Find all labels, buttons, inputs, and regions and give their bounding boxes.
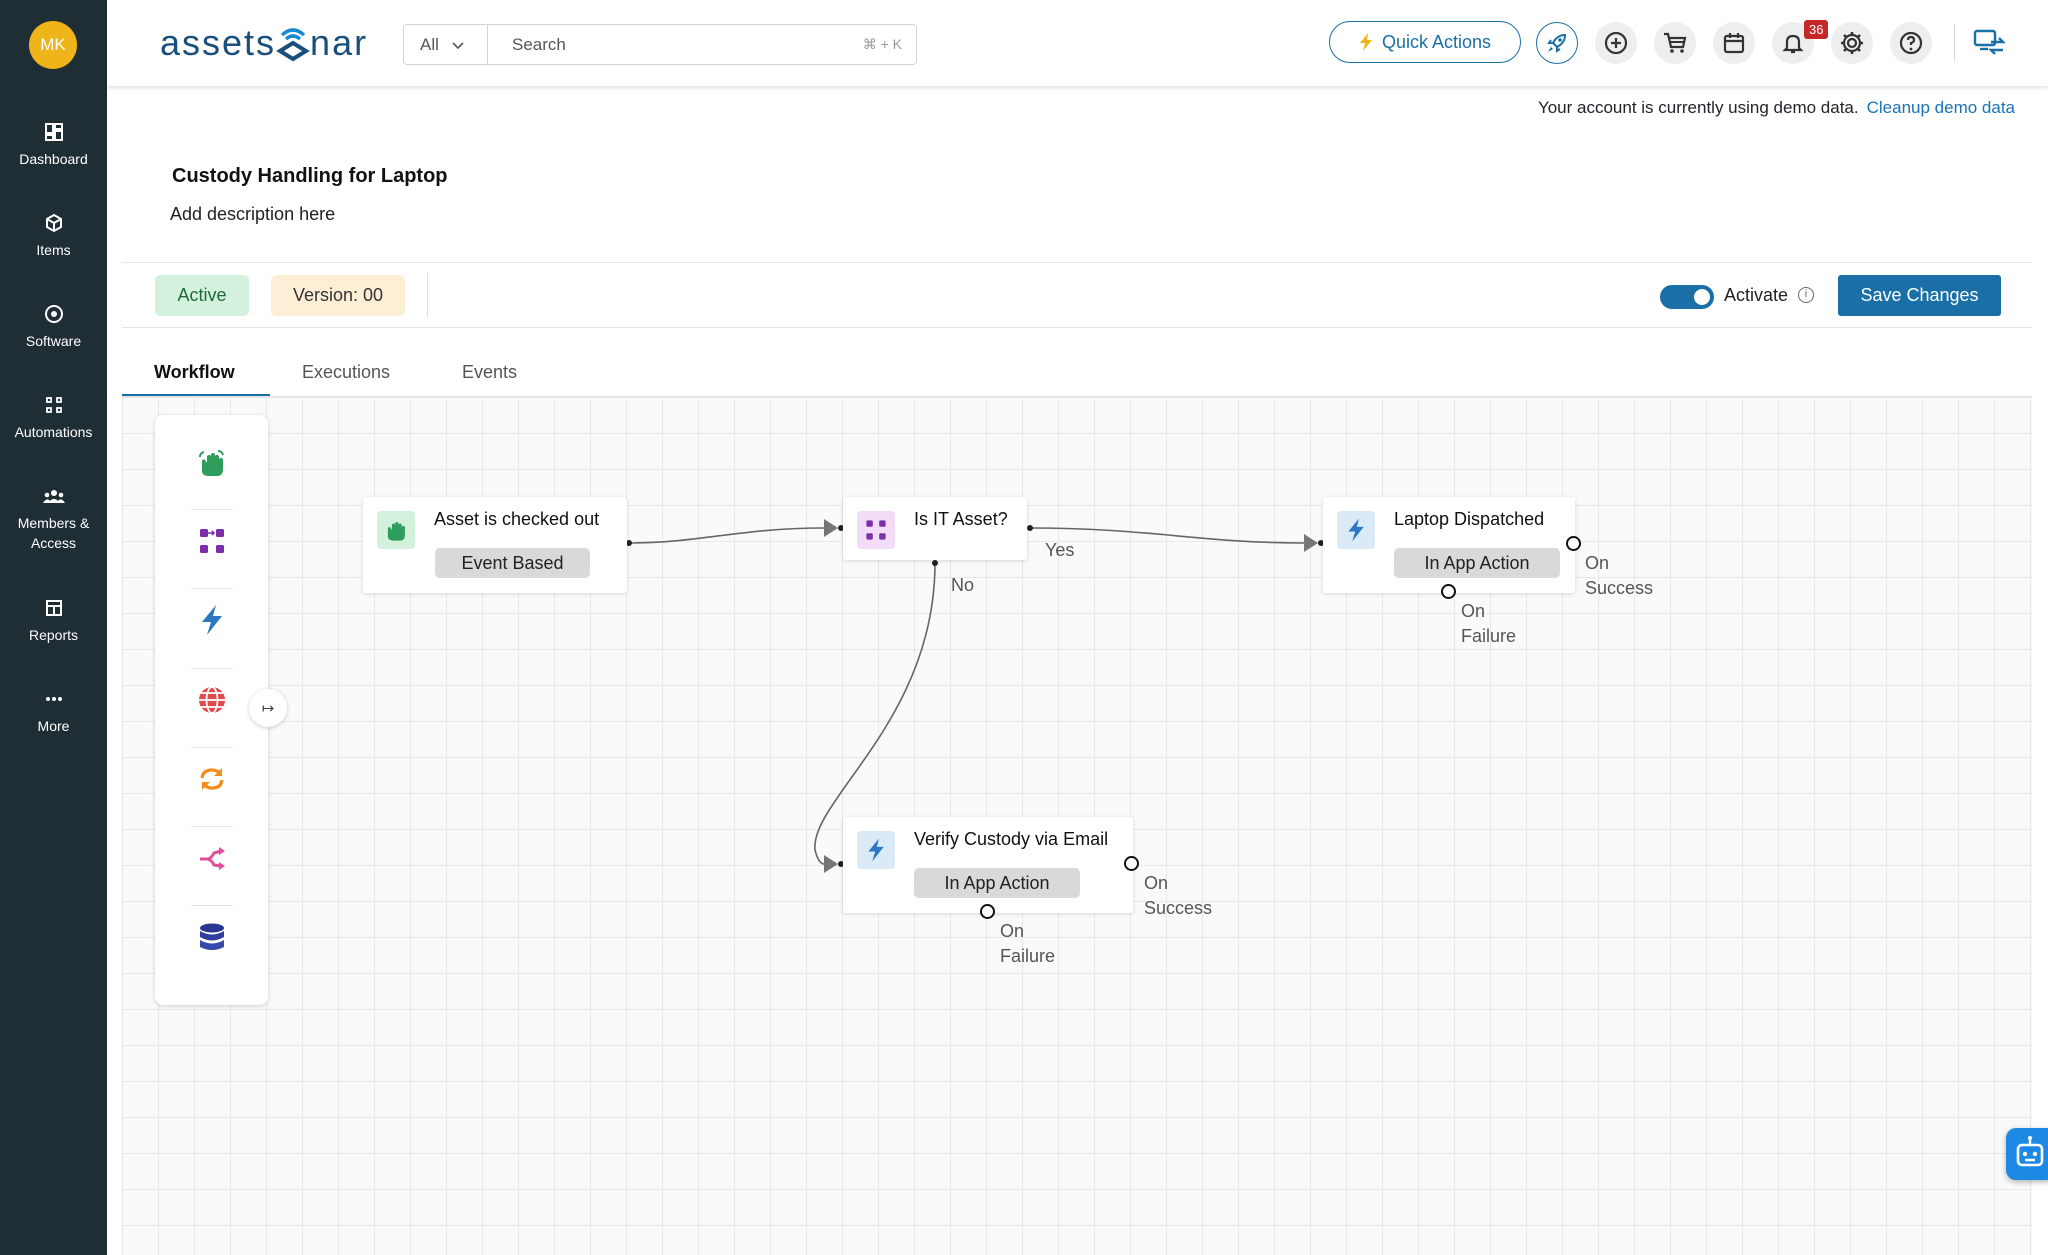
edge-label-no: No — [951, 575, 975, 595]
port-on-success[interactable] — [1566, 536, 1581, 551]
port-label-success: On Success — [1585, 551, 1653, 601]
arrowhead — [824, 855, 838, 873]
port-on-failure[interactable] — [980, 904, 995, 919]
port-label-line: Success — [1585, 578, 1654, 598]
arrowhead — [824, 519, 838, 537]
port-on-success[interactable] — [1124, 856, 1139, 871]
node-title: Is IT Asset? — [914, 509, 1008, 529]
arrowhead — [1304, 534, 1318, 552]
node-icon — [857, 511, 895, 549]
workflow-connectors — [626, 519, 1324, 873]
workflow-node-verify-custody[interactable]: Verify Custody via Email In App Action — [843, 817, 1133, 913]
globe-icon — [199, 686, 225, 714]
palette-trigger[interactable] — [191, 442, 233, 484]
port-label-line: On — [1585, 553, 1610, 573]
workflow-icon — [866, 520, 886, 540]
node-icon — [377, 511, 415, 549]
palette-condition[interactable] — [191, 520, 233, 562]
node-type-tag: Event Based — [435, 548, 590, 578]
palette-database[interactable] — [191, 917, 233, 959]
palette-divider — [191, 905, 233, 906]
node-title: Verify Custody via Email — [914, 829, 1109, 849]
workflow-node-laptop-dispatched[interactable]: Laptop Dispatched In App Action — [1323, 497, 1575, 593]
expand-arrow-icon: ↦ — [261, 700, 275, 717]
database-icon — [200, 923, 224, 950]
palette-divider — [191, 509, 233, 510]
port-label-failure: On Failure — [1000, 919, 1055, 969]
expand-palette-button[interactable]: ↦ — [249, 689, 287, 727]
port-label-line: On — [1000, 921, 1025, 941]
hand-icon — [199, 450, 224, 476]
port-label-line: Failure — [1461, 626, 1517, 646]
port-label-success: On Success — [1144, 871, 1212, 921]
edge-label-yes: Yes — [1045, 540, 1075, 560]
node-type-tag: In App Action — [1394, 548, 1560, 578]
lightning-icon — [868, 838, 884, 862]
lightning-icon — [202, 605, 222, 635]
palette-divider — [191, 826, 233, 827]
port-label-failure: On Failure — [1461, 599, 1516, 649]
node-icon — [857, 831, 895, 869]
edge-endpoint — [1027, 525, 1033, 531]
chat-assistant-button[interactable] — [2006, 1128, 2048, 1180]
node-title: Asset is checked out — [434, 509, 600, 529]
workflow-node-trigger[interactable]: Asset is checked out Event Based — [363, 497, 627, 593]
shuffle-icon — [200, 847, 225, 870]
port-label-line: Failure — [1000, 946, 1056, 966]
node-type-tag: In App Action — [914, 868, 1080, 898]
hand-icon — [387, 521, 405, 541]
node-title: Laptop Dispatched — [1394, 509, 1545, 529]
palette-loop[interactable] — [191, 758, 233, 800]
palette-divider — [191, 668, 233, 669]
refresh-icon — [200, 768, 224, 790]
palette-webhook[interactable] — [191, 679, 233, 721]
node-icon — [1337, 511, 1375, 549]
robot-icon — [2016, 1136, 2044, 1167]
edge-trigger-to-condition — [628, 527, 825, 544]
palette-action[interactable] — [191, 599, 233, 641]
port-on-failure[interactable] — [1441, 584, 1456, 599]
workflow-icon — [200, 529, 224, 553]
palette-divider — [191, 747, 233, 748]
palette-divider — [191, 588, 233, 589]
edge-endpoint — [932, 560, 938, 566]
port-label-line: On — [1461, 601, 1486, 621]
lightning-icon — [1348, 518, 1364, 542]
port-label-line: Success — [1144, 898, 1213, 918]
port-label-line: On — [1144, 873, 1169, 893]
palette-split[interactable] — [191, 837, 233, 879]
workflow-node-condition[interactable]: Is IT Asset? — [843, 497, 1027, 560]
